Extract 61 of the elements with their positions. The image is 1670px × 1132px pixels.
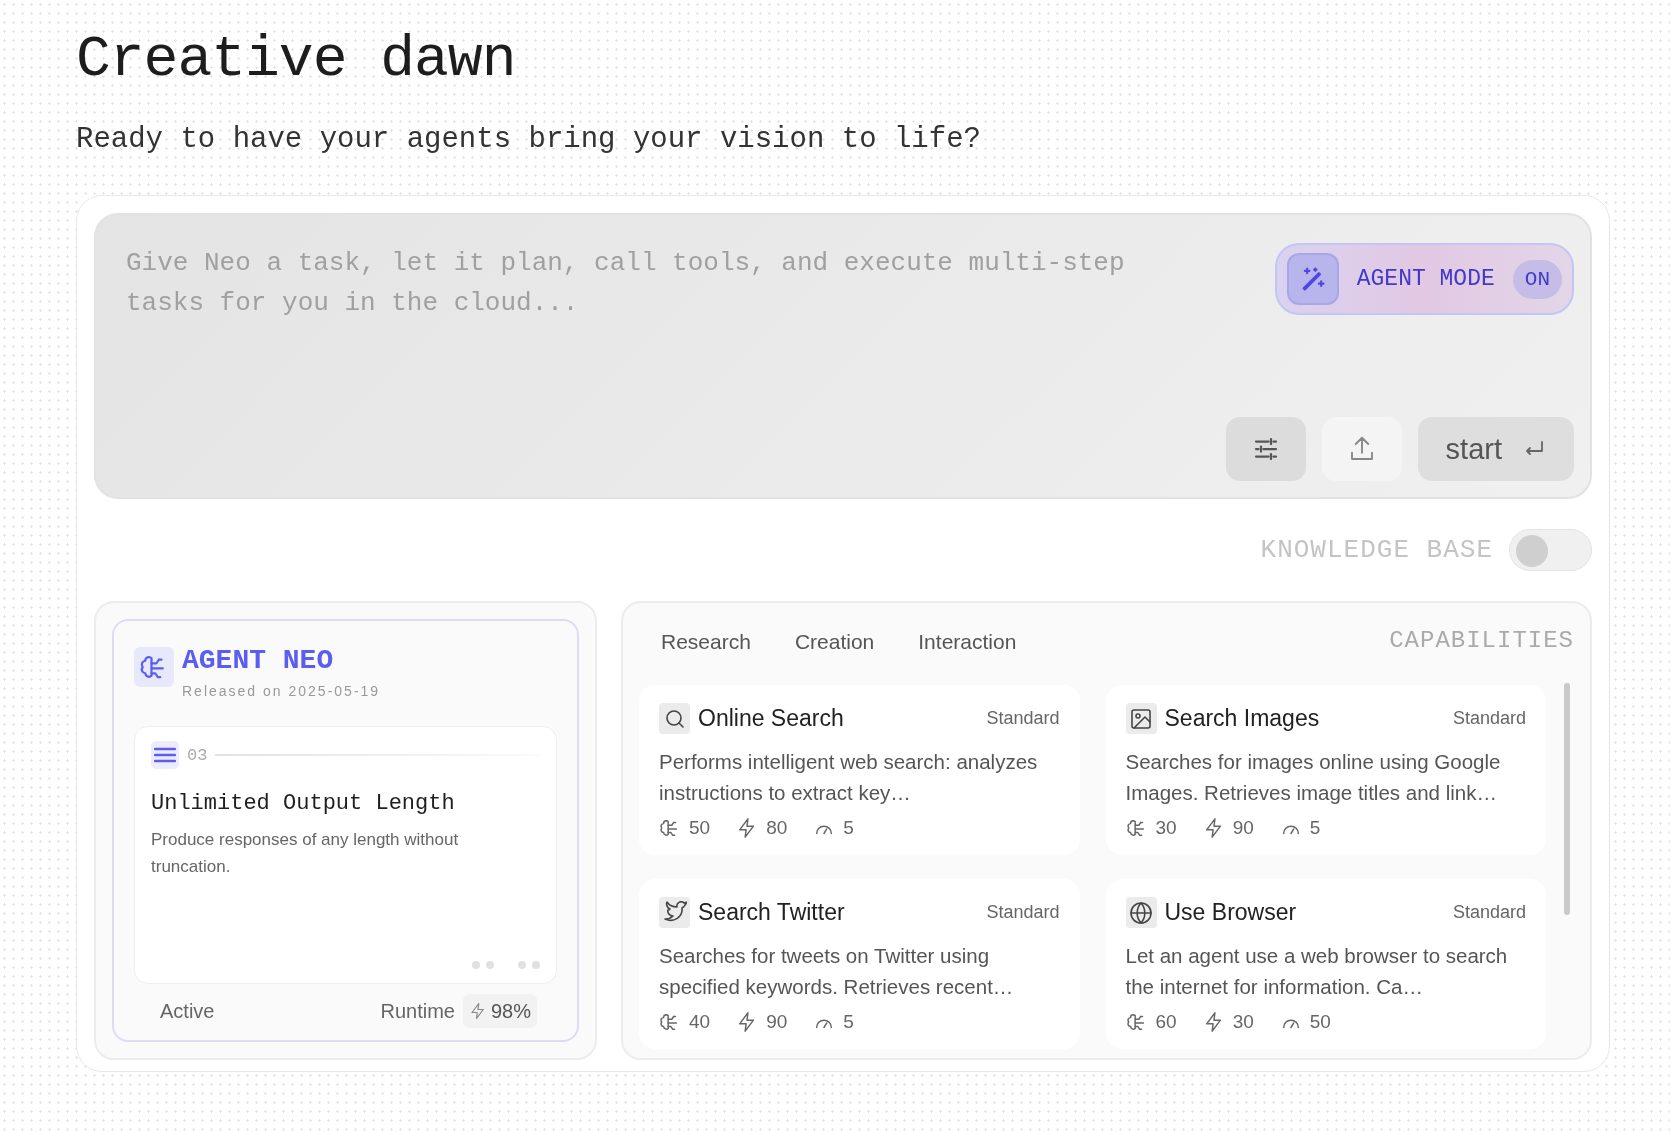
page-subtitle: Ready to have your agents bring your vision to life? [76,121,982,158]
agent-mode-toggle[interactable]: AGENT MODE ON [1274,243,1574,316]
upload-button[interactable] [1321,417,1402,482]
capability-name: Search Twitter [698,898,845,928]
stat-value: 50 [689,815,711,840]
feature-title: Unlimited Output Length [151,790,456,819]
bird-icon [659,897,690,929]
stat-value: 30 [1155,815,1177,840]
brain-icon [134,647,174,688]
runtime-badge: 98% [462,994,537,1029]
feature-number: 03 [187,744,208,767]
stat-value: 5 [843,815,854,840]
stat-value: 30 [1232,1009,1254,1034]
category-tab[interactable]: Research [639,625,773,658]
globe-icon [1125,897,1157,929]
stat-value: 90 [766,1009,788,1034]
capability-name: Search Images [1164,704,1320,734]
category-tab[interactable]: Creation [772,625,897,658]
plan-label: Standard [986,901,1060,925]
capability-description: Searches for tweets on Twitter using specified keywords. Retrieves recent… [659,942,1015,1000]
image-icon [1125,703,1157,735]
pagination-dots[interactable] [472,961,540,970]
feature-description: Produce responses of any length without truncation. [151,829,460,879]
agent-status: Active [160,999,215,1025]
capability-name: Use Browser [1164,898,1297,928]
stat-value: 40 [689,1009,711,1034]
knowledge-base-toggle[interactable] [1509,529,1592,572]
capability-description: Let an agent use a web browser to search the internet for information. Ca… [1125,942,1509,1000]
stat-value: 50 [1309,1009,1331,1034]
runtime-label: Runtime [380,999,455,1025]
capabilities-heading: CAPABILITIES [1389,626,1574,657]
stat-value: 60 [1155,1009,1177,1034]
search-icon [659,703,690,735]
capability-name: Online Search [698,704,844,734]
mode-state-badge: ON [1512,259,1562,300]
capability-description: Performs intelligent web search: analyzes instructions to extract key… [659,748,1039,806]
plan-label: Standard [1452,707,1526,731]
list-icon [151,741,179,770]
capability-card[interactable]: Online Search Standard Performs intelligent web search: analyzes instructions to extract key… 50 80 5 [639,685,1080,856]
release-date: Released on 2025-05-19 [182,682,381,702]
scrollbar-thumb[interactable] [1564,683,1570,916]
stat-value: 5 [1309,815,1321,840]
stat-value: 5 [843,1009,854,1034]
capability-card[interactable]: Search Images Standard Searches for images online using Google Images. Retrieves image titles and link… 30 90 5 [1105,685,1546,856]
input-placeholder: Give Neo a task, let it plan, call tools, and execute multi-step tasks for you in the cloud... [126,247,1126,321]
capability-card[interactable]: Search Twitter Standard Searches for tweets on Twitter using specified keywords. Retrieves recent… 40 90 5 [639,879,1080,1050]
task-input-field[interactable]: Give Neo a task, let it plan, call tools, and execute multi-step tasks for you in the cloud... AGENT MODE ON start [94,213,1592,500]
start-button[interactable]: start [1417,417,1574,482]
settings-button[interactable] [1225,417,1306,482]
capability-description: Searches for images online using Google Images. Retrieves image titles and link… [1125,748,1502,806]
agent-name: AGENT NEO [182,647,335,676]
page-title: Creative dawn [76,28,517,92]
stat-value: 80 [766,815,788,840]
stat-value: 90 [1232,815,1254,840]
bolt-icon [468,1002,487,1021]
plan-label: Standard [1452,901,1526,925]
knowledge-base-label: KNOWLEDGE BASE [1260,533,1493,567]
plan-label: Standard [986,707,1060,731]
capability-card[interactable]: Use Browser Standard Let an agent use a web browser to search the internet for information. Ca… 60 30 50 [1105,879,1546,1050]
category-tab[interactable]: Interaction [896,625,1039,658]
agent-mode-label: AGENT MODE [1356,265,1495,295]
